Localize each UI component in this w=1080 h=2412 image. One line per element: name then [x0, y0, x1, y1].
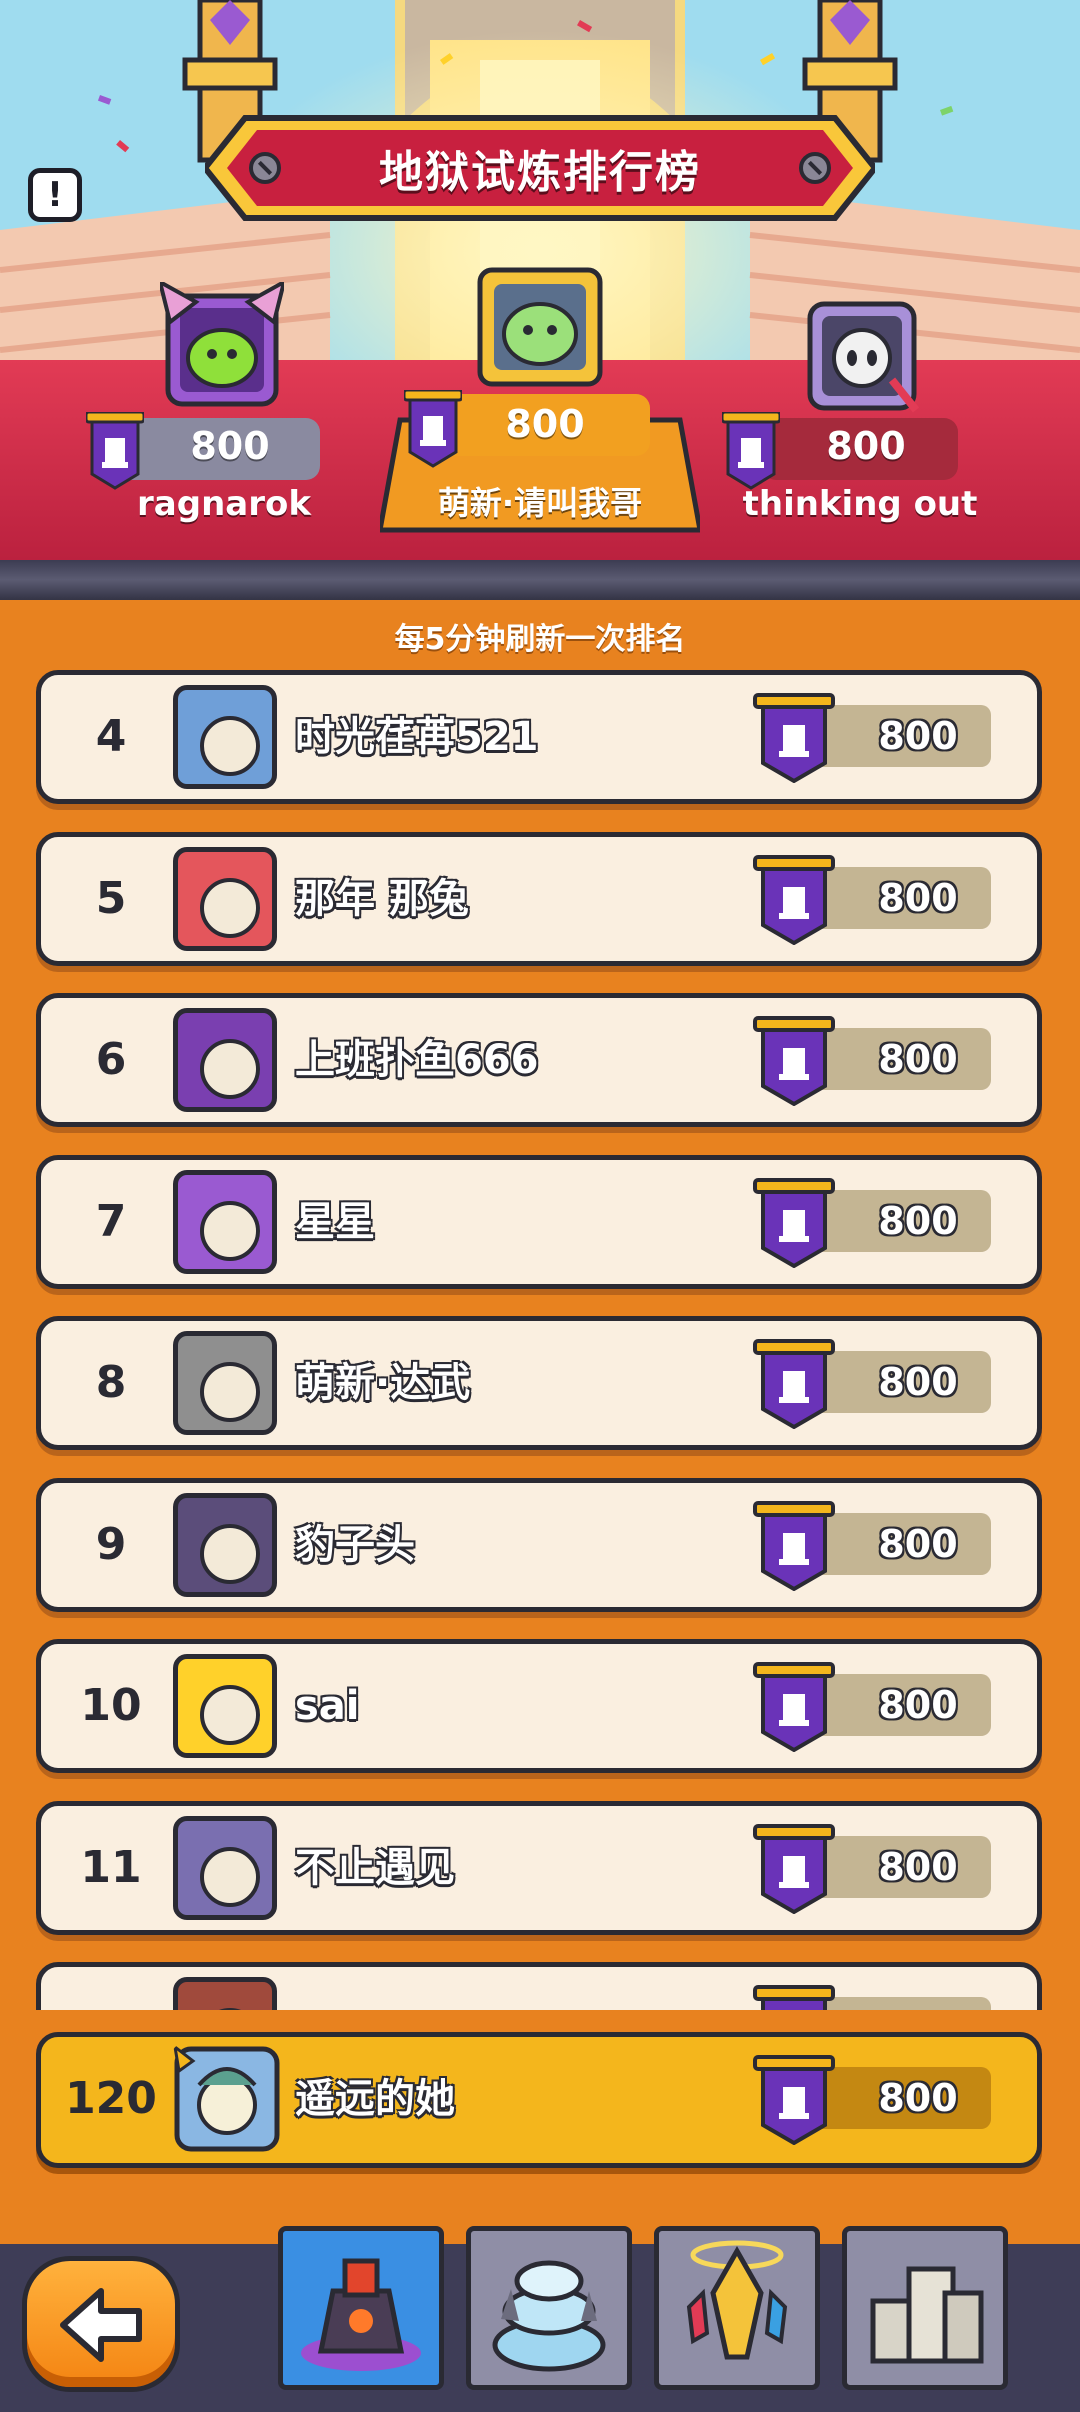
avatar-face	[200, 877, 260, 938]
my-rank: 120	[65, 2073, 157, 2124]
rank-number: 4	[95, 711, 127, 762]
table-row[interactable]: 9 豹子头 800	[36, 1477, 1042, 1612]
player-score: 800	[878, 1683, 958, 1727]
rank-badge-icon	[404, 390, 462, 468]
tab-stone-castle[interactable]	[842, 2226, 1008, 2390]
player-score: 800	[878, 1844, 958, 1889]
player-avatar[interactable]	[173, 1654, 277, 1758]
avatar-face	[200, 1846, 260, 1907]
rank-badge-icon	[753, 693, 835, 783]
rank-number: 11	[80, 1841, 142, 1893]
player-score: 800	[878, 714, 958, 758]
rank-number: 8	[95, 1357, 127, 1408]
player-avatar[interactable]	[173, 685, 277, 789]
rank-badge-icon	[753, 1177, 835, 1268]
ice-spire-icon	[492, 2260, 606, 2372]
player-avatar[interactable]	[173, 1977, 277, 2010]
player-avatar[interactable]	[173, 1169, 277, 1274]
rank-badge-icon	[86, 412, 144, 490]
player-avatar[interactable]	[173, 1492, 277, 1597]
rank-badge-icon	[753, 1662, 835, 1752]
rank-number: 5	[95, 872, 127, 924]
back-button[interactable]	[22, 2256, 180, 2392]
rank-badge-icon	[753, 854, 835, 945]
avatar-face	[200, 1200, 260, 1261]
exclamation-icon: !	[47, 175, 63, 215]
table-row[interactable]: 11 不止遇见 800	[36, 1800, 1042, 1935]
table-row[interactable]: 5 那年 那兔 800	[36, 831, 1042, 966]
podium-1-score: 800	[505, 402, 585, 446]
player-score: 800	[878, 1198, 958, 1243]
tab-volcano-tower[interactable]	[278, 2226, 444, 2390]
page-title: 地狱试炼排行榜	[379, 147, 701, 198]
rank-badge-icon	[753, 1339, 835, 1429]
podium-3-avatar[interactable]	[796, 290, 920, 420]
rank-badge-icon	[722, 412, 780, 490]
player-avatar[interactable]	[173, 846, 277, 951]
avatar-face	[200, 716, 260, 776]
rank-badge-icon	[753, 1500, 835, 1591]
player-name: 时光荏苒521	[295, 714, 539, 760]
player-score: 800	[853, 1997, 983, 2010]
player-name: 上班扑鱼666	[295, 1037, 539, 1083]
podium-2-avatar[interactable]	[160, 282, 284, 412]
stage-edge	[0, 560, 1080, 600]
player-score: 800	[878, 1037, 958, 1081]
podium-1-avatar[interactable]	[470, 262, 610, 392]
rank-badge-icon	[753, 1016, 835, 1106]
podium-3-name: thinking out	[742, 484, 978, 524]
volcano-tower-icon	[301, 2258, 421, 2371]
rank-number: 6	[95, 1034, 127, 1085]
leaderboard-list[interactable]: 4 时光荏苒521 800 5 那年 那兔 800 6 上班扑鱼666 800 7 星星 800 8 萌新…	[0, 670, 1080, 2010]
tab-golden-crystal[interactable]	[654, 2226, 820, 2390]
table-row[interactable]: 7 星星 800	[36, 1154, 1042, 1289]
player-score: 800	[878, 875, 958, 920]
player-avatar[interactable]	[173, 1331, 277, 1435]
player-name: 星星	[295, 1198, 375, 1245]
podium-3-score: 800	[826, 424, 906, 468]
rank-badge-icon	[753, 1985, 835, 2010]
avatar-face	[200, 1362, 260, 1422]
golden-crystal-icon	[686, 2240, 788, 2360]
rank-number: 12	[41, 1967, 181, 2010]
player-name: 那年 那兔	[295, 875, 469, 922]
player-score: 800	[878, 1360, 958, 1404]
table-row[interactable]: 4 时光荏苒521 800	[36, 670, 1042, 804]
rank-number: 7	[95, 1195, 127, 1247]
table-row[interactable]: 10 sai 800	[36, 1639, 1042, 1773]
avatar-face	[200, 1523, 260, 1584]
podium-scene: 地狱试炼排行榜 ! 800 ragnarok 800 萌新·请叫我哥 800 t…	[0, 0, 1080, 600]
my-avatar[interactable]	[171, 2043, 283, 2155]
player-name: 不止遇见	[295, 1844, 455, 1891]
player-avatar[interactable]	[173, 1815, 277, 1920]
avatar-face	[200, 1039, 260, 1099]
info-button[interactable]: !	[28, 168, 82, 222]
table-row[interactable]: 12 800	[36, 1962, 1042, 2010]
podium-2-score: 800	[190, 424, 270, 468]
avatar-face	[200, 2008, 260, 2010]
player-name: 豹子头	[295, 1521, 415, 1568]
rank-badge-icon	[753, 2055, 835, 2145]
my-score: 800	[878, 2076, 958, 2120]
table-row[interactable]: 6 上班扑鱼666 800	[36, 993, 1042, 1127]
tab-ice-spire[interactable]	[466, 2226, 632, 2390]
avatar-face	[200, 1685, 260, 1745]
arrow-left-icon	[60, 2288, 142, 2362]
player-name: 萌新·达武	[295, 1360, 471, 1406]
player-name: sai	[295, 1683, 360, 1729]
player-avatar[interactable]	[173, 1008, 277, 1112]
player-score: 800	[878, 1521, 958, 1566]
my-rank-row[interactable]: 120 遥远的她 800	[36, 2032, 1042, 2168]
my-name: 遥远的她	[295, 2076, 455, 2122]
rank-number: 9	[95, 1518, 127, 1570]
table-row[interactable]: 8 萌新·达武 800	[36, 1316, 1042, 1450]
rank-number: 10	[80, 1680, 142, 1731]
refresh-note: 每5分钟刷新一次排名	[394, 622, 686, 657]
stone-castle-icon	[870, 2266, 984, 2364]
podium-2-name: ragnarok	[137, 484, 311, 524]
rank-badge-icon	[753, 1823, 835, 1914]
podium-1-name: 萌新·请叫我哥	[437, 484, 643, 522]
